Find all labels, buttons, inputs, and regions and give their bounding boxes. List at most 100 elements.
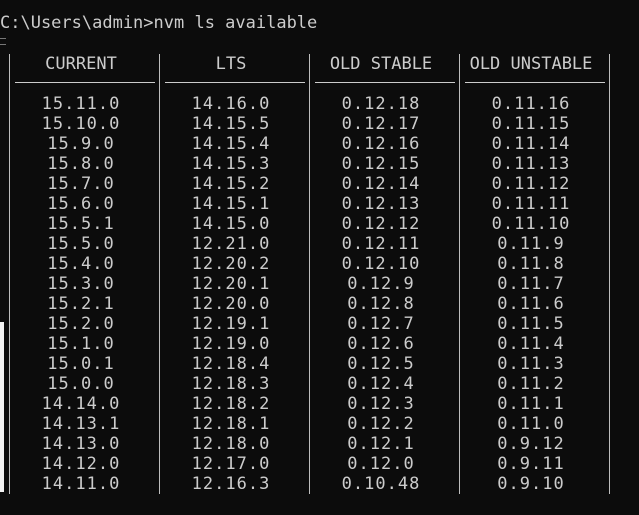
version-old-stable: 0.12.5 xyxy=(347,354,415,374)
version-old-unstable: 0.11.14 xyxy=(491,134,571,154)
column-divider xyxy=(459,54,460,494)
version-current: 15.5.1 xyxy=(47,214,115,234)
old-unstable-column: 0.11.16 0.11.15 0.11.14 0.11.13 0.11.12 0.11.… xyxy=(461,94,601,494)
version-lts: 12.21.0 xyxy=(191,234,271,254)
version-lts: 14.15.5 xyxy=(191,114,271,134)
version-lts: 12.20.0 xyxy=(191,294,271,314)
version-old-unstable: 0.11.4 xyxy=(497,334,565,354)
version-old-unstable: 0.11.15 xyxy=(491,114,571,134)
version-lts: 12.19.1 xyxy=(191,314,271,334)
header-old-unstable: OLD UNSTABLE xyxy=(469,54,593,74)
header-underline xyxy=(15,82,155,83)
version-lts: 14.15.1 xyxy=(191,194,271,214)
version-old-stable: 0.12.0 xyxy=(347,454,415,474)
version-current: 15.4.0 xyxy=(47,254,115,274)
header-current: CURRENT xyxy=(45,54,117,74)
scrollbar-edge[interactable] xyxy=(0,322,4,492)
version-current: 15.8.0 xyxy=(47,154,115,174)
version-current: 15.6.0 xyxy=(47,194,115,214)
version-old-unstable: 0.11.5 xyxy=(497,314,565,334)
version-current: 14.13.0 xyxy=(41,434,121,454)
version-lts: 14.15.4 xyxy=(191,134,271,154)
version-current: 15.1.0 xyxy=(47,334,115,354)
version-lts: 12.20.1 xyxy=(191,274,271,294)
version-old-unstable: 0.9.10 xyxy=(497,474,565,494)
version-lts: 12.17.0 xyxy=(191,454,271,474)
version-old-unstable: 0.11.9 xyxy=(497,234,565,254)
version-old-unstable: 0.11.8 xyxy=(497,254,565,274)
version-current: 14.12.0 xyxy=(41,454,121,474)
version-old-unstable: 0.11.10 xyxy=(491,214,571,234)
version-lts: 12.18.2 xyxy=(191,394,271,414)
version-old-stable: 0.10.48 xyxy=(341,474,421,494)
column-divider xyxy=(309,54,310,494)
version-lts: 12.20.2 xyxy=(191,254,271,274)
version-old-unstable: 0.11.16 xyxy=(491,94,571,114)
version-lts: 14.15.2 xyxy=(191,174,271,194)
version-old-stable: 0.12.8 xyxy=(347,294,415,314)
version-old-stable: 0.12.7 xyxy=(347,314,415,334)
version-old-unstable: 0.11.13 xyxy=(491,154,571,174)
header-old-stable: OLD STABLE xyxy=(329,54,433,74)
version-old-stable: 0.12.1 xyxy=(347,434,415,454)
version-old-stable: 0.12.12 xyxy=(341,214,421,234)
current-column: 15.11.0 15.10.0 15.9.0 15.8.0 15.7.0 15.6.0 15… xyxy=(11,94,151,494)
version-old-stable: 0.12.17 xyxy=(341,114,421,134)
version-current: 14.14.0 xyxy=(41,394,121,414)
header-lts: LTS xyxy=(215,54,247,74)
left-tick-1 xyxy=(0,38,6,39)
version-old-stable: 0.12.14 xyxy=(341,174,421,194)
version-old-unstable: 0.11.7 xyxy=(497,274,565,294)
version-lts: 12.18.3 xyxy=(191,374,271,394)
column-divider xyxy=(609,54,610,494)
version-current: 15.5.0 xyxy=(47,234,115,254)
version-lts: 12.16.3 xyxy=(191,474,271,494)
version-old-stable: 0.12.9 xyxy=(347,274,415,294)
left-tick-2 xyxy=(0,44,6,45)
version-old-unstable: 0.11.12 xyxy=(491,174,571,194)
version-old-unstable: 0.11.6 xyxy=(497,294,565,314)
header-underline xyxy=(315,82,455,83)
command-prompt[interactable]: C:\Users\admin>nvm ls available xyxy=(0,13,317,33)
old-stable-column: 0.12.18 0.12.17 0.12.16 0.12.15 0.12.14 0.12.… xyxy=(311,94,451,494)
version-current: 15.7.0 xyxy=(47,174,115,194)
version-old-stable: 0.12.16 xyxy=(341,134,421,154)
version-current: 14.11.0 xyxy=(41,474,121,494)
version-current: 15.2.0 xyxy=(47,314,115,334)
version-old-unstable: 0.11.1 xyxy=(497,394,565,414)
version-old-stable: 0.12.15 xyxy=(341,154,421,174)
version-old-stable: 0.12.11 xyxy=(341,234,421,254)
version-old-stable: 0.12.13 xyxy=(341,194,421,214)
version-current: 15.2.1 xyxy=(47,294,115,314)
version-old-unstable: 0.9.11 xyxy=(497,454,565,474)
version-old-stable: 0.12.3 xyxy=(347,394,415,414)
header-underline xyxy=(465,82,605,83)
version-old-unstable: 0.11.11 xyxy=(491,194,571,214)
version-current: 15.10.0 xyxy=(41,114,121,134)
version-current: 15.0.1 xyxy=(47,354,115,374)
version-lts: 12.18.1 xyxy=(191,414,271,434)
version-current: 15.9.0 xyxy=(47,134,115,154)
version-old-stable: 0.12.18 xyxy=(341,94,421,114)
version-lts: 12.18.0 xyxy=(191,434,271,454)
header-underline xyxy=(165,82,305,83)
version-current: 15.0.0 xyxy=(47,374,115,394)
version-current: 15.11.0 xyxy=(41,94,121,114)
lts-column: 14.16.0 14.15.5 14.15.4 14.15.3 14.15.2 14.15… xyxy=(161,94,301,494)
column-divider xyxy=(159,54,160,494)
version-old-stable: 0.12.2 xyxy=(347,414,415,434)
version-old-unstable: 0.11.2 xyxy=(497,374,565,394)
version-current: 15.3.0 xyxy=(47,274,115,294)
version-old-stable: 0.12.6 xyxy=(347,334,415,354)
version-old-stable: 0.12.10 xyxy=(341,254,421,274)
version-lts: 12.19.0 xyxy=(191,334,271,354)
version-lts: 14.16.0 xyxy=(191,94,271,114)
version-old-unstable: 0.11.3 xyxy=(497,354,565,374)
version-old-stable: 0.12.4 xyxy=(347,374,415,394)
version-current: 14.13.1 xyxy=(41,414,121,434)
column-divider xyxy=(9,54,10,494)
version-old-unstable: 0.9.12 xyxy=(497,434,565,454)
version-lts: 14.15.0 xyxy=(191,214,271,234)
version-lts: 14.15.3 xyxy=(191,154,271,174)
version-lts: 12.18.4 xyxy=(191,354,271,374)
